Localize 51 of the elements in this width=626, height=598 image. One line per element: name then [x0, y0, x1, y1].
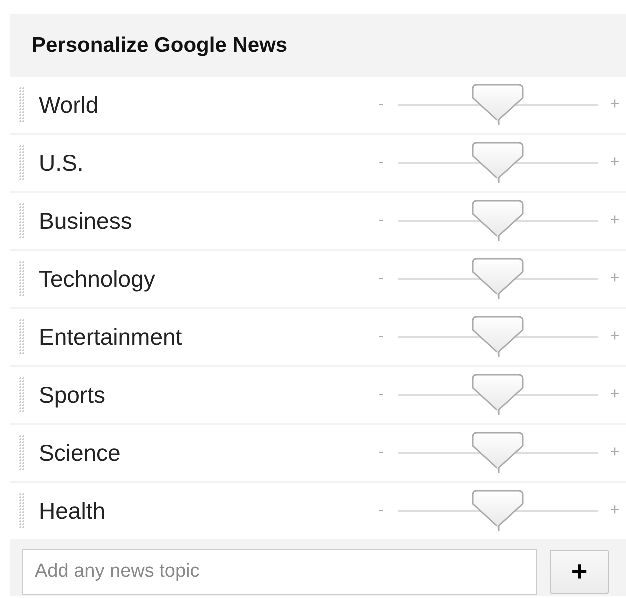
slider-thumb[interactable] — [472, 84, 524, 126]
drag-handle-icon[interactable] — [19, 435, 25, 471]
decrease-label: - — [377, 95, 385, 115]
slider-thumb[interactable] — [472, 142, 524, 184]
drag-handle-icon[interactable] — [19, 145, 25, 181]
drag-handle-icon[interactable] — [19, 377, 25, 413]
drag-handle-icon[interactable] — [19, 493, 25, 529]
panel-title: Personalize Google News — [32, 32, 288, 59]
section-name: Entertainment — [39, 322, 184, 352]
slider-thumb[interactable] — [472, 258, 524, 300]
slider-thumb[interactable] — [472, 432, 524, 474]
section-name: Technology — [39, 264, 156, 294]
slider-thumb[interactable] — [472, 200, 524, 242]
section-row[interactable]: Health - + — [10, 483, 626, 539]
slider-thumb[interactable] — [472, 490, 524, 532]
section-row[interactable]: U.S. - + — [10, 135, 626, 191]
decrease-label: - — [377, 211, 385, 231]
increase-label: + — [609, 269, 621, 289]
drag-handle-icon[interactable] — [19, 87, 25, 123]
section-row[interactable]: Entertainment - + — [10, 309, 626, 365]
section-row[interactable]: Business - + — [10, 193, 626, 249]
slider-thumb[interactable] — [472, 316, 524, 358]
section-row[interactable]: Science - + — [10, 425, 626, 481]
add-button[interactable]: + — [550, 550, 609, 594]
increase-label: + — [609, 95, 621, 115]
decrease-label: - — [377, 153, 385, 173]
increase-label: + — [609, 153, 621, 173]
topic-input-field[interactable]: Add any news topic — [22, 548, 537, 594]
decrease-label: - — [377, 443, 385, 463]
section-name: Science — [39, 438, 122, 468]
increase-label: + — [609, 211, 621, 231]
increase-label: + — [609, 385, 621, 405]
section-name: U.S. — [39, 148, 85, 178]
drag-handle-icon[interactable] — [19, 203, 25, 239]
drag-handle-icon[interactable] — [19, 261, 25, 297]
decrease-label: - — [377, 269, 385, 289]
section-name: World — [39, 90, 100, 120]
section-row[interactable]: Technology - + — [10, 251, 626, 307]
decrease-label: - — [377, 385, 385, 405]
decrease-label: - — [377, 501, 385, 521]
section-name: Business — [39, 206, 134, 236]
section-row[interactable]: World - + — [10, 77, 626, 133]
slider-thumb[interactable] — [472, 374, 524, 416]
section-name: Health — [39, 496, 106, 526]
section-row[interactable]: Sports - + — [10, 367, 626, 423]
decrease-label: - — [377, 327, 385, 347]
increase-label: + — [609, 327, 621, 347]
drag-handle-icon[interactable] — [19, 319, 25, 355]
increase-label: + — [609, 443, 621, 463]
section-name: Sports — [39, 380, 106, 410]
increase-label: + — [609, 501, 621, 521]
